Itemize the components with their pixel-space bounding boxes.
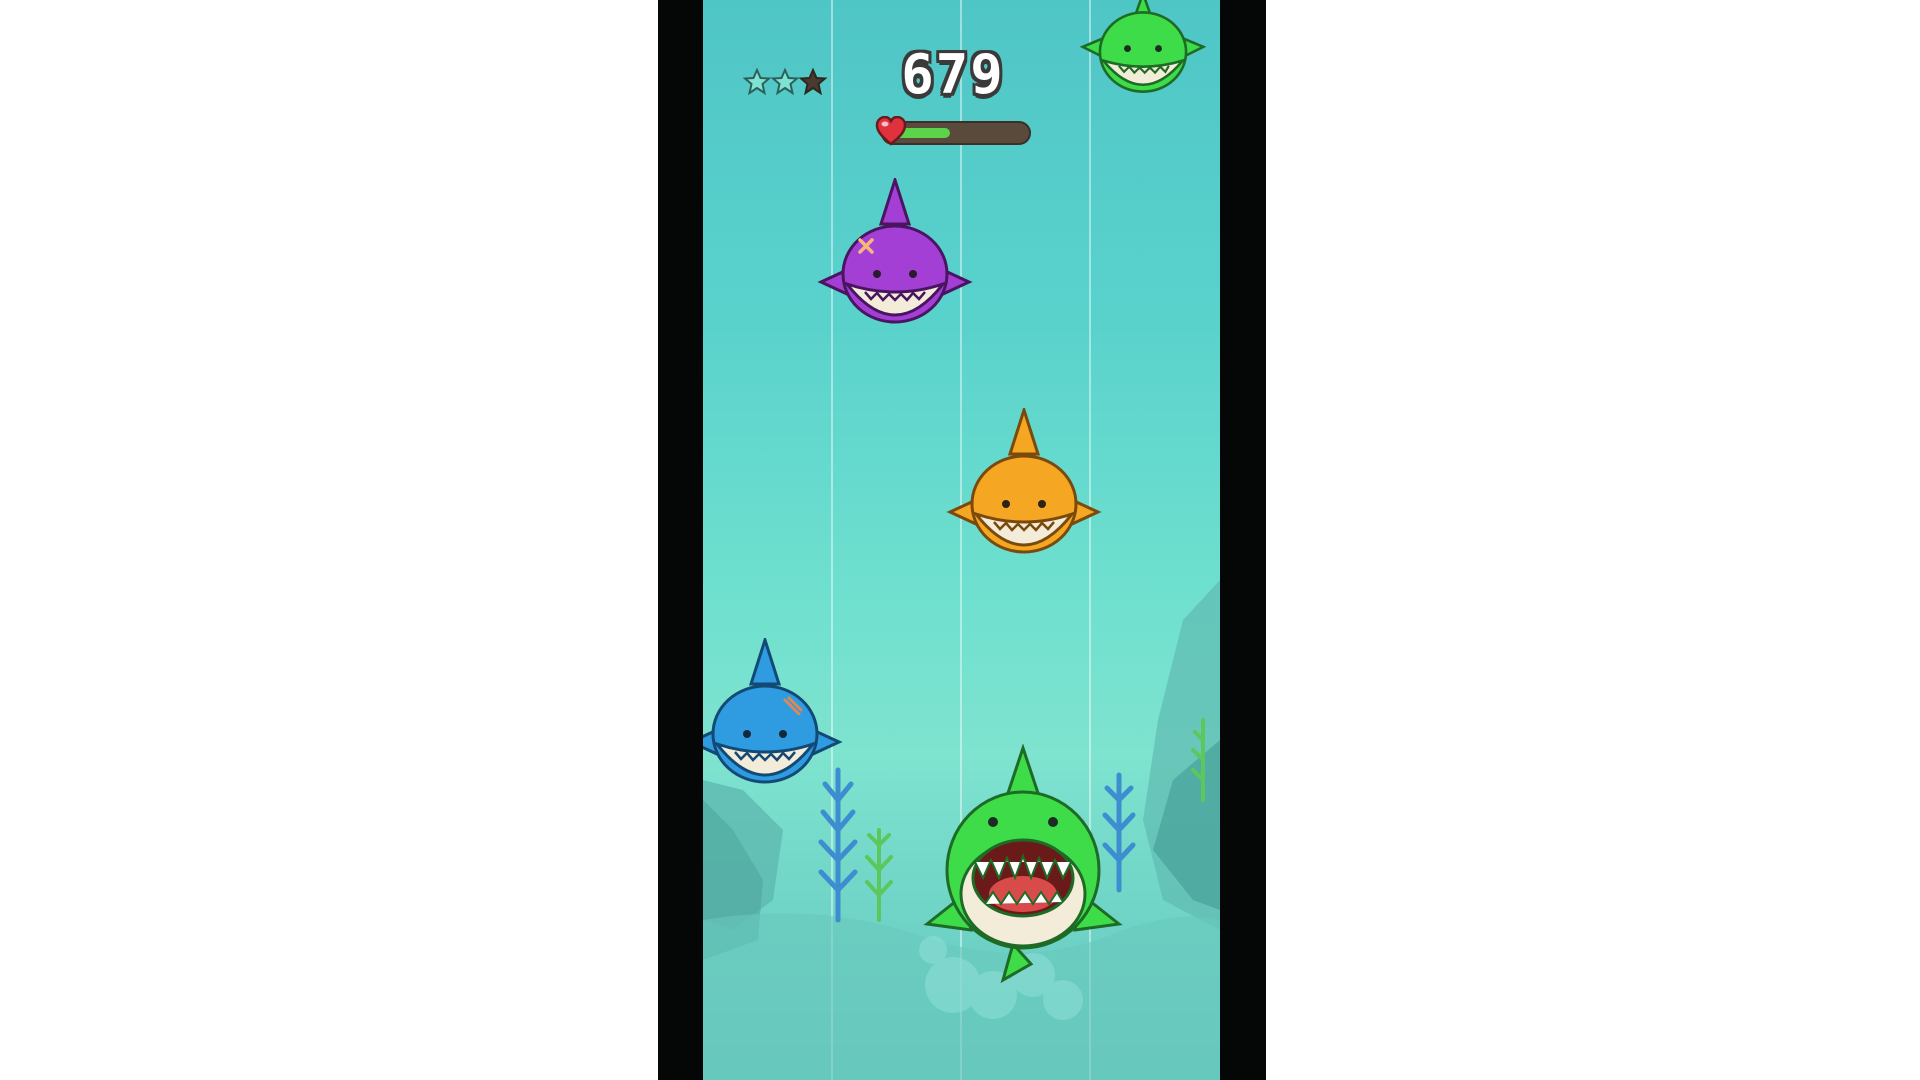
health-bar bbox=[875, 116, 1031, 146]
star-earned-icon bbox=[770, 68, 800, 96]
orange-shark-icon bbox=[944, 408, 1104, 558]
player-shark-icon[interactable] bbox=[913, 744, 1133, 984]
green-shark-icon bbox=[1073, 0, 1213, 102]
blue-shark-icon bbox=[703, 638, 845, 788]
game-screen[interactable]: 679 bbox=[703, 0, 1220, 1080]
star-earned-icon bbox=[743, 68, 772, 96]
purple-shark-icon bbox=[815, 178, 975, 328]
seaweed-blue bbox=[818, 767, 858, 923]
heart-icon bbox=[875, 116, 907, 146]
star-empty-icon bbox=[798, 68, 828, 96]
score-counter: 679 bbox=[901, 43, 1005, 106]
star-rating bbox=[743, 68, 828, 96]
